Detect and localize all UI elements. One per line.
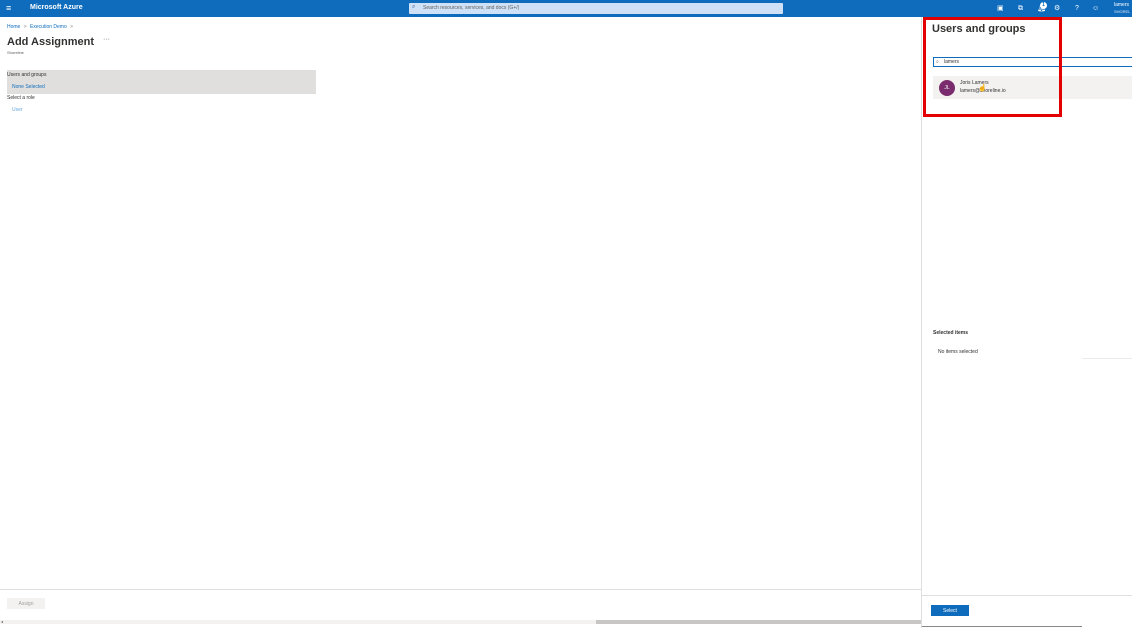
divider: [922, 626, 1082, 627]
menu-icon[interactable]: ≡: [6, 3, 11, 13]
breadcrumb: Home > Execution Demo >: [7, 24, 75, 30]
breadcrumb-separator: >: [23, 24, 27, 30]
top-bar: ≡ Microsoft Azure ⌕ Search resources, se…: [0, 0, 1132, 17]
select-role-label: Select a role: [7, 95, 35, 101]
blade-footer-divider: [922, 595, 1132, 596]
user-name[interactable]: lamers: [1114, 2, 1129, 8]
page-subtitle: Shoreline: [7, 50, 24, 55]
breadcrumb-separator: >: [70, 24, 74, 30]
more-options-button[interactable]: ···: [103, 36, 110, 43]
assign-button[interactable]: Assign: [7, 598, 45, 609]
search-placeholder: Search resources, services, and docs (G+…: [423, 5, 520, 11]
highlight-box: [923, 17, 1062, 117]
cloud-shell-icon[interactable]: ▣: [997, 4, 1004, 13]
scroll-left-icon[interactable]: ◂: [1, 619, 3, 624]
brand-title[interactable]: Microsoft Azure: [30, 4, 83, 11]
settings-icon[interactable]: ⚙: [1054, 4, 1060, 13]
notification-badge: 1: [1040, 2, 1047, 9]
users-groups-section[interactable]: Users and groups None Selected: [7, 70, 316, 94]
no-items-text: No items selected: [938, 349, 978, 355]
page-title: Add Assignment: [7, 36, 94, 48]
user-org: SHOREL: [1114, 9, 1131, 14]
role-user-link[interactable]: User: [12, 107, 23, 113]
global-search-input[interactable]: ⌕ Search resources, services, and docs (…: [409, 3, 783, 14]
breadcrumb-execution-demo[interactable]: Execution Demo: [30, 24, 67, 30]
feedback-icon[interactable]: ☺: [1092, 4, 1099, 13]
scrollbar-thumb[interactable]: [596, 620, 921, 624]
breadcrumb-home[interactable]: Home: [7, 24, 20, 30]
users-groups-label: Users and groups: [7, 72, 47, 78]
help-icon[interactable]: ?: [1075, 4, 1079, 13]
search-icon: ⌕: [412, 4, 416, 10]
divider: [1082, 358, 1132, 359]
select-button[interactable]: Select: [931, 605, 969, 616]
footer-divider: [0, 589, 921, 590]
users-groups-none-selected-link[interactable]: None Selected: [12, 84, 45, 90]
directory-filter-icon[interactable]: ⧉: [1018, 4, 1023, 13]
selected-items-label: Selected items: [933, 330, 969, 336]
